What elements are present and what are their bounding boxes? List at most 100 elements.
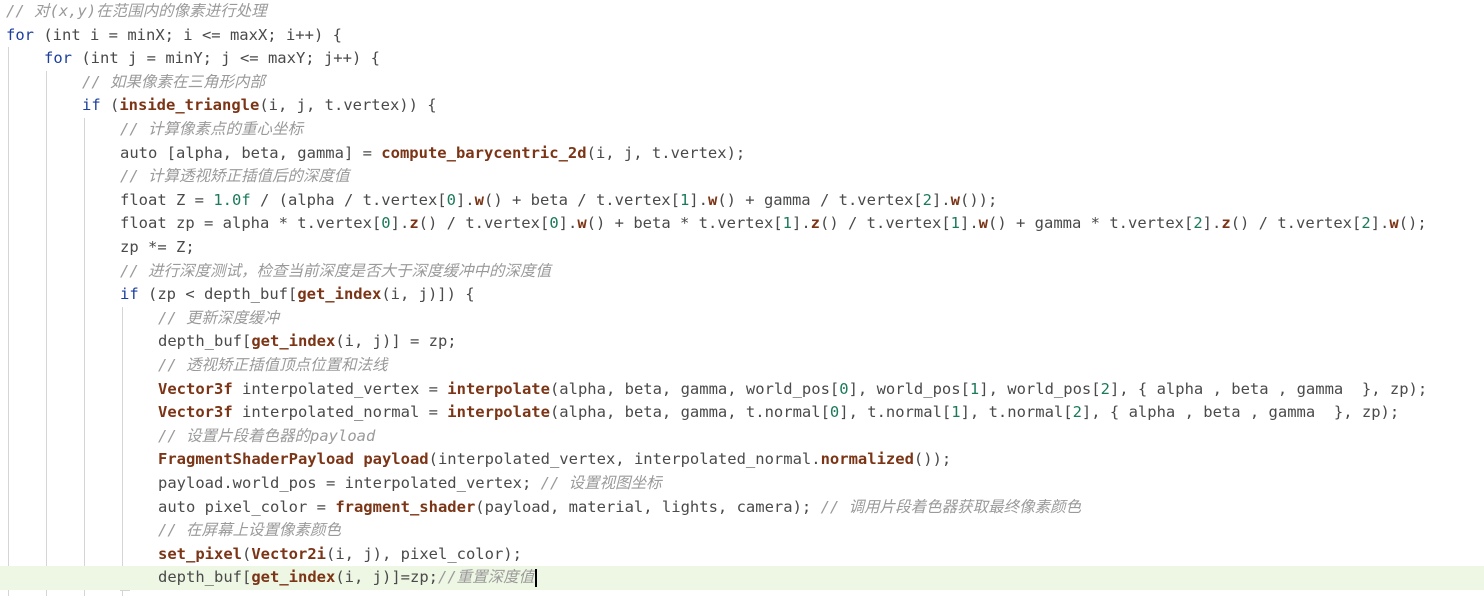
code-line[interactable]: Vector3f interpolated_vertex = interpola… <box>0 378 1484 402</box>
code-line[interactable]: if (zp < depth_buf[get_index(i, j)]) { <box>0 283 1484 307</box>
code-token: 0 <box>381 214 391 233</box>
code-line[interactable]: set_pixel(Vector2i(i, j), pixel_color); <box>0 543 1484 567</box>
code-token: w <box>1389 214 1399 233</box>
code-line[interactable]: // 在屏幕上设置像素颜色 <box>0 519 1484 543</box>
code-token: ()); <box>913 450 952 469</box>
code-token: if <box>82 96 101 115</box>
code-token: z <box>1221 214 1231 233</box>
code-token: ( <box>242 544 252 563</box>
code-token: () + beta * t.vertex[ <box>586 214 783 233</box>
code-token: interpolate <box>447 403 550 422</box>
code-token: inside_triangle <box>119 96 260 115</box>
code-line[interactable]: float Z = 1.0f / (alpha / t.vertex[0].w(… <box>0 189 1484 213</box>
code-token: (alpha, beta, gamma, world_pos[ <box>549 379 840 398</box>
code-line[interactable]: zp *= Z; <box>0 236 1484 260</box>
code-token: Vector3f <box>158 379 233 398</box>
code-token: FragmentShaderPayload <box>158 450 354 469</box>
code-token: (i, j, t.vertex); <box>586 143 746 162</box>
code-token: z <box>810 214 820 233</box>
code-token: interpolate <box>447 379 550 398</box>
code-comment: // 透视矫正插值顶点位置和法线 <box>158 356 388 374</box>
code-comment: // 在屏幕上设置像素颜色 <box>158 521 341 540</box>
code-token: (interpolated_vertex, interpolated_norma… <box>428 450 821 469</box>
code-token: w <box>978 214 989 233</box>
code-token: 0 <box>839 379 849 398</box>
code-token: 0 <box>549 214 559 233</box>
code-line[interactable]: // 透视矫正插值顶点位置和法线 <box>0 354 1484 378</box>
code-comment: // 进行深度测试，检查当前深度是否大于深度缓冲中的深度值 <box>120 261 551 280</box>
code-line[interactable]: // 计算像素点的重心坐标 <box>0 118 1484 142</box>
code-token: auto [alpha, beta, gamma] = <box>120 143 382 162</box>
code-line[interactable]: // 如果像素在三角形内部 <box>0 71 1484 95</box>
code-line[interactable]: if (inside_triangle(i, j, t.vertex)) { <box>0 94 1484 118</box>
code-token: (int j = minY; j <= maxY; j++) { <box>72 49 380 68</box>
code-token: (zp < depth_buf[ <box>138 285 298 304</box>
code-token: () / t.vertex[ <box>1230 214 1362 233</box>
code-token: () / t.vertex[ <box>418 214 550 233</box>
code-token: ]. <box>558 214 578 233</box>
code-token: for <box>6 25 34 44</box>
code-token: (alpha, beta, gamma, t.normal[ <box>549 403 830 422</box>
code-line[interactable]: for (int i = minX; i <= maxX; i++) { <box>0 24 1484 48</box>
code-token: ( <box>100 96 120 115</box>
code-token: fragment_shader <box>335 497 476 516</box>
code-token: ], { alpha , beta , gamma }, zp); <box>1109 379 1428 398</box>
code-token: depth_buf[ <box>158 568 252 587</box>
code-token: 2 <box>922 190 932 209</box>
code-token: ]. <box>390 214 410 233</box>
code-line[interactable]: auto [alpha, beta, gamma] = compute_bary… <box>0 142 1484 166</box>
code-token: (i, j)]) { <box>381 285 475 304</box>
code-token: w <box>950 190 960 209</box>
code-line[interactable]: // 更新深度缓冲 <box>0 307 1484 331</box>
code-line[interactable]: // 计算透视矫正插值后的深度值 <box>0 165 1484 189</box>
code-token: w <box>474 190 484 209</box>
code-token: (i, j), pixel_color); <box>326 544 522 563</box>
code-token: zp *= Z; <box>120 238 195 256</box>
code-token: (payload, material, lights, camera); <box>475 497 821 516</box>
code-line[interactable]: depth_buf[get_index(i, j)] = zp; <box>0 330 1484 354</box>
code-comment: // 对(x,y)在范围内的像素进行处理 <box>6 2 267 20</box>
code-token: ]. <box>960 214 979 233</box>
code-token: compute_barycentric_2d <box>381 143 587 162</box>
code-line[interactable]: depth_buf[get_index(i, j)]=zp;//重置深度值 <box>0 566 1484 590</box>
code-token: auto pixel_color = <box>158 497 336 516</box>
code-token: ], world_pos[ <box>979 379 1101 398</box>
code-token: depth_buf[ <box>158 332 252 351</box>
code-line[interactable]: Vector3f interpolated_normal = interpola… <box>0 401 1484 425</box>
code-line[interactable]: float zp = alpha * t.vertex[0].z() / t.v… <box>0 212 1484 236</box>
code-line[interactable]: // 对(x,y)在范围内的像素进行处理 <box>0 0 1484 24</box>
code-token: (); <box>1398 214 1427 233</box>
code-token: for <box>44 49 72 68</box>
code-token: 2 <box>1072 403 1082 422</box>
code-token: interpolated_normal = <box>232 403 448 422</box>
code-token: () / t.vertex[ <box>820 214 951 233</box>
code-token: ]. <box>1370 214 1390 233</box>
code-token: payload.world_pos = interpolated_vertex; <box>158 474 541 492</box>
code-line[interactable]: // 设置片段着色器的payload <box>0 425 1484 449</box>
code-token: 2 <box>1361 214 1371 233</box>
code-editor[interactable]: // 对(x,y)在范围内的像素进行处理 for (int i = minX; i… <box>0 0 1484 596</box>
code-line[interactable]: FragmentShaderPayload payload(interpolat… <box>0 448 1484 472</box>
code-token: 1 <box>679 190 690 209</box>
code-token: 1 <box>950 214 960 233</box>
code-token: w <box>577 214 587 233</box>
code-token: (i, j)] = zp; <box>335 332 457 351</box>
code-token: 0 <box>446 190 456 209</box>
code-token: / (alpha / t.vertex[ <box>250 190 447 209</box>
code-token: float zp = alpha * t.vertex[ <box>120 214 382 233</box>
code-token: 2 <box>1193 214 1203 233</box>
code-token: ], { alpha , beta , gamma }, zp); <box>1081 403 1400 422</box>
code-token: ], t.normal[ <box>960 403 1073 422</box>
code-comment: // 如果像素在三角形内部 <box>82 72 265 91</box>
fold-marker <box>120 590 130 596</box>
code-token: 0 <box>829 403 840 422</box>
code-line[interactable]: payload.world_pos = interpolated_vertex;… <box>0 472 1484 496</box>
code-token: ]. <box>455 190 475 209</box>
code-line[interactable]: // 进行深度测试，检查当前深度是否大于深度缓冲中的深度值 <box>0 260 1484 284</box>
code-line[interactable]: auto pixel_color = fragment_shader(paylo… <box>0 496 1484 520</box>
code-line[interactable]: for (int j = minY; j <= maxY; j++) { <box>0 47 1484 71</box>
code-token: 2 <box>1100 379 1110 398</box>
code-token: ]. <box>931 190 951 209</box>
code-comment: // 更新深度缓冲 <box>158 308 279 327</box>
